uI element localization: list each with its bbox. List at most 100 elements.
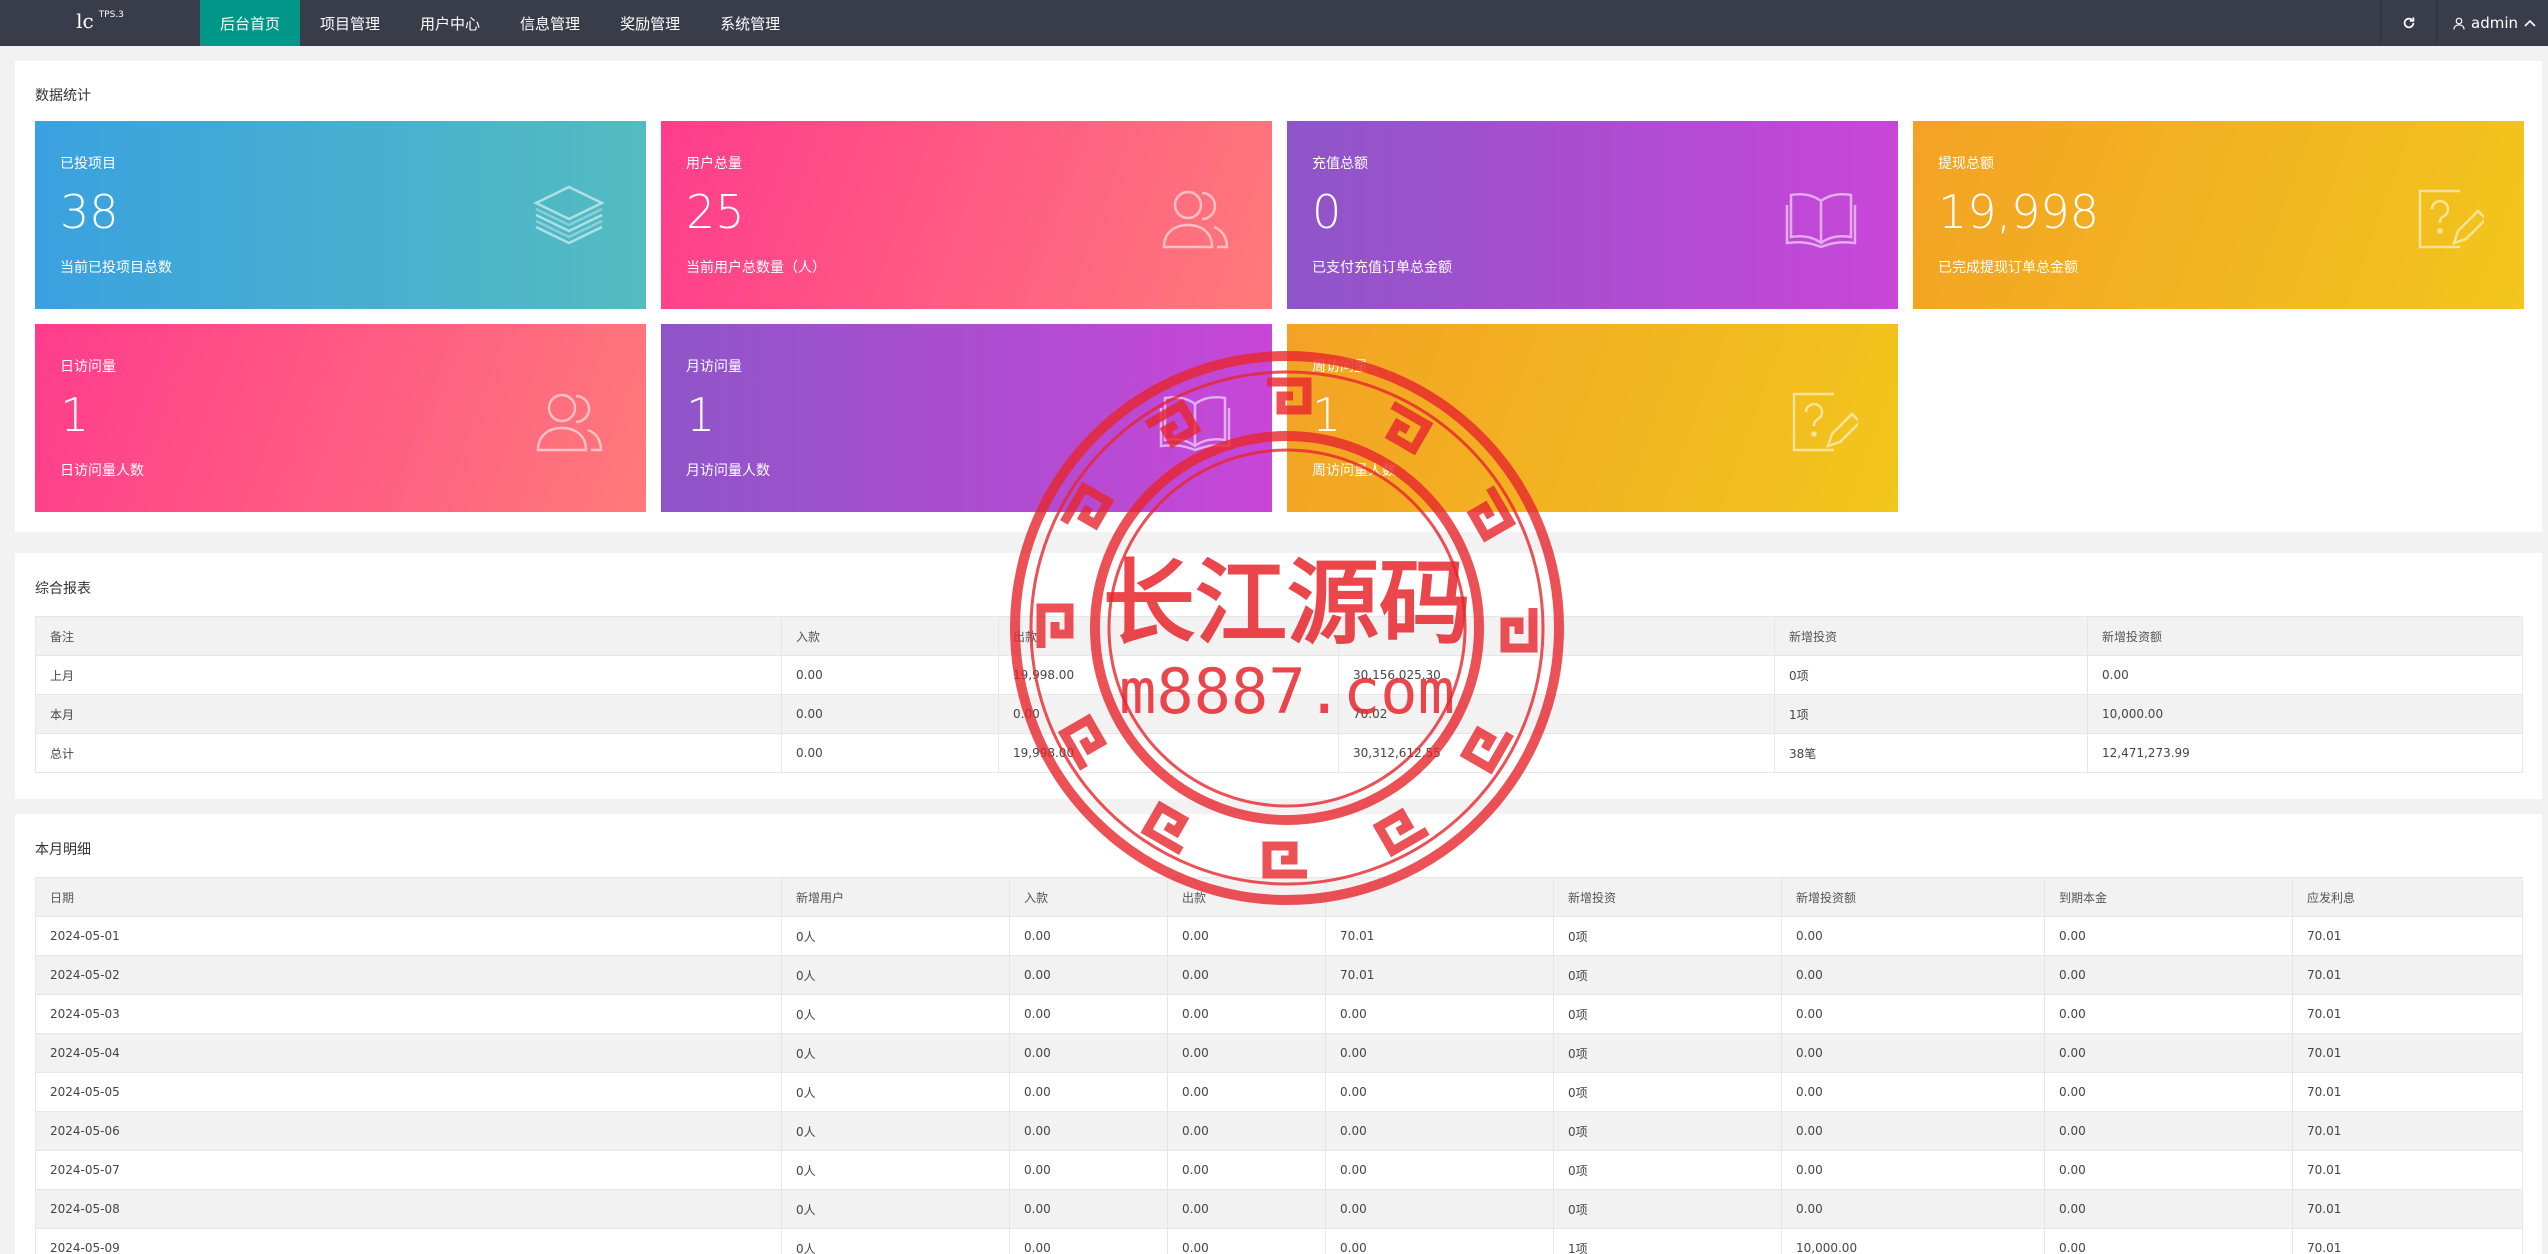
table-row: 本月 0.00 0.00 70.02 1项 10,000.00 (35, 694, 2523, 734)
table-cell: 0.00 (1325, 994, 1554, 1034)
stat-value: 38 (60, 185, 119, 239)
report-panel: 综合报表 备注 入款 出款 新增投资 新增投资额 上月 0.00 19,998.… (15, 553, 2542, 799)
table-cell: 0.00 (1167, 1189, 1326, 1229)
table-cell: 0.00 (2087, 655, 2523, 695)
table-row: 2024-05-04 0人 0.00 0.00 0.00 0项 0.00 0.00 70.01 (35, 1033, 2523, 1073)
table-cell: 0项 (1553, 955, 1782, 995)
table-cell: 0.00 (1781, 1072, 2045, 1112)
table-cell: 30,312,612.55 (1338, 733, 1775, 773)
column-header: 新增投资额 (1781, 877, 2045, 917)
table-cell: 0.00 (1167, 916, 1326, 956)
top-navbar: lc TPS.3 后台首页 项目管理 用户中心 信息管理 奖励管理 系统管理 a… (0, 0, 2548, 46)
book-icon (1159, 396, 1231, 452)
table-cell: 2024-05-06 (35, 1111, 782, 1151)
stat-label: 周访问量 (1312, 359, 1368, 375)
table-cell: 0.00 (1167, 1150, 1326, 1190)
table-cell: 0.00 (1009, 1072, 1168, 1112)
monthly-body: 2024-05-01 0人 0.00 0.00 70.01 0项 0.00 0.00 70.01… (35, 916, 2523, 1254)
table-cell: 70.01 (2292, 1150, 2523, 1190)
table-cell: 0人 (781, 1150, 1010, 1190)
nav-item-home[interactable]: 后台首页 (200, 0, 301, 46)
nav-item-projects[interactable]: 项目管理 (300, 0, 400, 46)
table-cell: 本月 (35, 694, 782, 734)
table-row: 2024-05-01 0人 0.00 0.00 70.01 0项 0.00 0.00 70.01 (35, 916, 2523, 956)
stat-card-projects[interactable]: 已投项目 38 当前已投项目总数 (35, 121, 646, 309)
table-cell: 0.00 (2044, 916, 2293, 956)
table-cell: 70.01 (2292, 1228, 2523, 1254)
stat-value: 0 (1312, 185, 1342, 239)
table-row: 总计 0.00 19,998.00 30,312,612.55 38笔 12,4… (35, 733, 2523, 773)
table-cell: 0.00 (2044, 1072, 2293, 1112)
table-cell: 70.01 (2292, 916, 2523, 956)
table-cell: 0人 (781, 994, 1010, 1034)
username: admin (2471, 14, 2518, 32)
table-cell: 0.00 (781, 694, 999, 734)
monthly-panel: 本月明细 日期 新增用户 入款 出款 新增投资 新增投资额 到期本金 应发利息 … (15, 814, 2542, 1254)
nav-item-users[interactable]: 用户中心 (400, 0, 500, 46)
table-row: 2024-05-02 0人 0.00 0.00 70.01 0项 0.00 0.00 70.01 (35, 955, 2523, 995)
user-icon (2453, 17, 2465, 30)
column-header: 应发利息 (2292, 877, 2523, 917)
table-cell: 70.01 (1325, 955, 1554, 995)
table-cell: 0.00 (1781, 955, 2045, 995)
table-cell: 1项 (1774, 694, 2088, 734)
stat-card-weekly-visits[interactable]: 周访问量 1 周访问量人数 (1287, 324, 1898, 512)
table-cell: 2024-05-08 (35, 1189, 782, 1229)
table-cell: 19,998.00 (998, 655, 1339, 695)
stat-desc: 当前用户总数量（人） (686, 260, 826, 276)
table-cell: 0.00 (998, 694, 1339, 734)
nav-item-info[interactable]: 信息管理 (500, 0, 600, 46)
stat-card-users[interactable]: 用户总量 25 当前用户总数量（人） (661, 121, 1272, 309)
stat-value: 1 (686, 388, 716, 442)
table-cell: 70.01 (2292, 1111, 2523, 1151)
table-cell: 70.01 (2292, 955, 2523, 995)
user-menu[interactable]: admin (2436, 0, 2548, 46)
table-cell: 0.00 (1167, 1228, 1326, 1254)
table-cell: 0.00 (781, 733, 999, 773)
table-cell: 0项 (1553, 916, 1782, 956)
refresh-button[interactable] (2380, 0, 2436, 46)
table-cell: 1项 (1553, 1228, 1782, 1254)
stat-desc: 日访问量人数 (60, 463, 144, 479)
table-cell: 0.00 (2044, 1189, 2293, 1229)
table-cell: 0.00 (1167, 1072, 1326, 1112)
table-cell: 0项 (1553, 1072, 1782, 1112)
table-cell: 0.00 (1781, 1150, 2045, 1190)
table-cell: 0.00 (1781, 994, 2045, 1034)
table-cell: 0.00 (1325, 1033, 1554, 1073)
column-header: 出款 (1167, 877, 1326, 917)
chevron-up-icon (2524, 19, 2536, 27)
stat-card-withdraw[interactable]: 提现总额 19,998 已完成提现订单总金额 (1913, 121, 2524, 309)
stat-card-monthly-visits[interactable]: 月访问量 1 月访问量人数 (661, 324, 1272, 512)
layers-icon (533, 185, 605, 245)
table-cell: 0.00 (781, 655, 999, 695)
stat-card-daily-visits[interactable]: 日访问量 1 日访问量人数 (35, 324, 646, 512)
nav-item-system[interactable]: 系统管理 (700, 0, 800, 46)
table-cell: 10,000.00 (2087, 694, 2523, 734)
stat-desc: 月访问量人数 (686, 463, 770, 479)
table-cell: 0人 (781, 1189, 1010, 1229)
table-cell: 0.00 (1009, 955, 1168, 995)
nav-item-rewards[interactable]: 奖励管理 (600, 0, 700, 46)
table-cell: 0.00 (2044, 1033, 2293, 1073)
table-row: 2024-05-05 0人 0.00 0.00 0.00 0项 0.00 0.00 70.01 (35, 1072, 2523, 1112)
column-header: 新增用户 (781, 877, 1010, 917)
stats-panel: 数据统计 已投项目 38 当前已投项目总数 用户总量 25 当前用户总数量（人）… (15, 61, 2542, 532)
table-cell: 0.00 (1167, 1033, 1326, 1073)
table-cell: 0.00 (1009, 994, 1168, 1034)
stat-desc: 已支付充值订单总金额 (1312, 260, 1452, 276)
stat-card-recharge[interactable]: 充值总额 0 已支付充值订单总金额 (1287, 121, 1898, 309)
logo[interactable]: lc TPS.3 (0, 0, 200, 46)
table-cell: 0人 (781, 955, 1010, 995)
table-cell: 2024-05-07 (35, 1150, 782, 1190)
column-header: 新增投资额 (2087, 616, 2523, 656)
table-cell: 70.01 (2292, 1072, 2523, 1112)
table-cell: 0项 (1553, 1189, 1782, 1229)
table-cell: 38笔 (1774, 733, 2088, 773)
table-cell: 70.01 (2292, 994, 2523, 1034)
table-cell: 0.00 (1781, 1189, 2045, 1229)
table-cell: 0.00 (1009, 1189, 1168, 1229)
table-cell: 0项 (1553, 1111, 1782, 1151)
report-table: 备注 入款 出款 新增投资 新增投资额 上月 0.00 19,998.00 30… (35, 616, 2523, 773)
table-cell: 0项 (1774, 655, 2088, 695)
